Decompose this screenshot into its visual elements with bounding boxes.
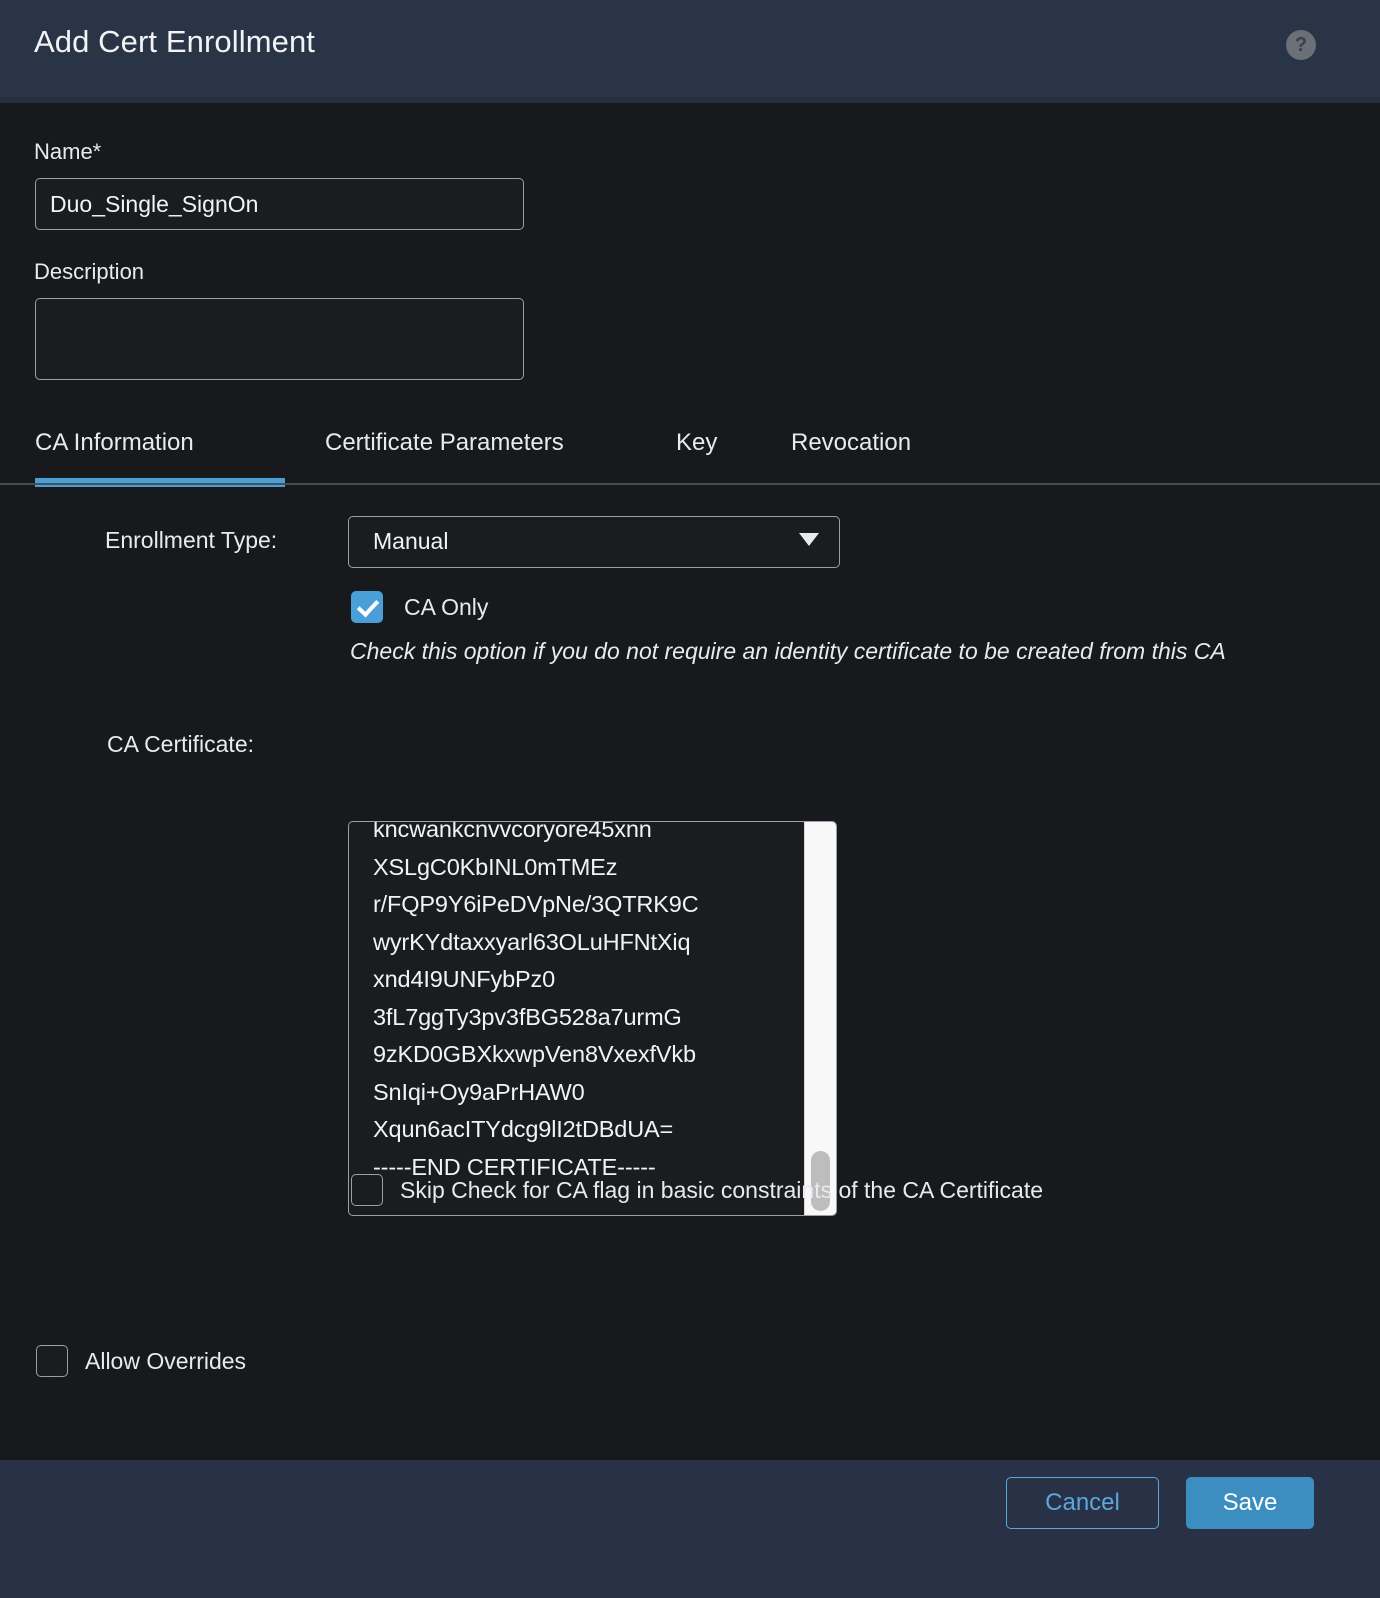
skip-check-label[interactable]: Skip Check for CA flag in basic constrai…: [400, 1177, 1043, 1204]
ca-only-label[interactable]: CA Only: [404, 594, 488, 621]
dialog-footer: [0, 1460, 1380, 1598]
tab-revocation-label: Revocation: [791, 429, 911, 456]
skip-check-checkbox[interactable]: [351, 1174, 383, 1206]
tab-key-label: Key: [676, 429, 717, 456]
description-label: Description: [34, 259, 144, 285]
tab-certificate-parameters[interactable]: Certificate Parameters: [325, 415, 564, 487]
tab-key[interactable]: Key: [676, 415, 717, 487]
dialog-body: Name* Description CA Information Certifi…: [0, 103, 1380, 1460]
ca-certificate-text: kncwankcnvvcoryore45xnn XSLgC0KbINL0mTME…: [373, 821, 793, 1186]
dialog-header: Add Cert Enrollment ?: [0, 0, 1380, 97]
name-input[interactable]: [35, 178, 524, 230]
allow-overrides-checkbox[interactable]: [36, 1345, 68, 1377]
enrollment-type-label: Enrollment Type:: [105, 527, 277, 554]
ca-certificate-textarea[interactable]: kncwankcnvvcoryore45xnn XSLgC0KbINL0mTME…: [348, 821, 837, 1216]
page-title: Add Cert Enrollment: [34, 24, 315, 60]
help-circle-icon[interactable]: ?: [1286, 30, 1316, 60]
allow-overrides-label[interactable]: Allow Overrides: [85, 1348, 246, 1375]
ca-certificate-label: CA Certificate:: [107, 731, 254, 758]
chevron-down-icon: [799, 533, 819, 546]
tab-bar-divider: [0, 483, 1380, 485]
tab-ca-information[interactable]: CA Information: [35, 415, 285, 487]
enrollment-type-select[interactable]: Manual: [348, 516, 840, 568]
save-button[interactable]: Save: [1186, 1477, 1314, 1529]
name-label: Name*: [34, 139, 101, 165]
tab-certificate-parameters-label: Certificate Parameters: [325, 429, 564, 456]
tab-bar: CA Information Certificate Parameters Ke…: [0, 415, 1380, 487]
ca-only-helper-text: Check this option if you do not require …: [350, 631, 1310, 672]
add-cert-enrollment-dialog: Add Cert Enrollment ? Name* Description …: [0, 0, 1380, 1598]
cancel-button[interactable]: Cancel: [1006, 1477, 1159, 1529]
ca-certificate-scrollbar[interactable]: [804, 822, 836, 1215]
description-textarea[interactable]: [35, 298, 524, 380]
tab-revocation[interactable]: Revocation: [791, 415, 911, 487]
tab-ca-information-label: CA Information: [35, 429, 194, 456]
enrollment-type-value: Manual: [373, 528, 448, 555]
ca-only-checkbox[interactable]: [351, 591, 383, 623]
